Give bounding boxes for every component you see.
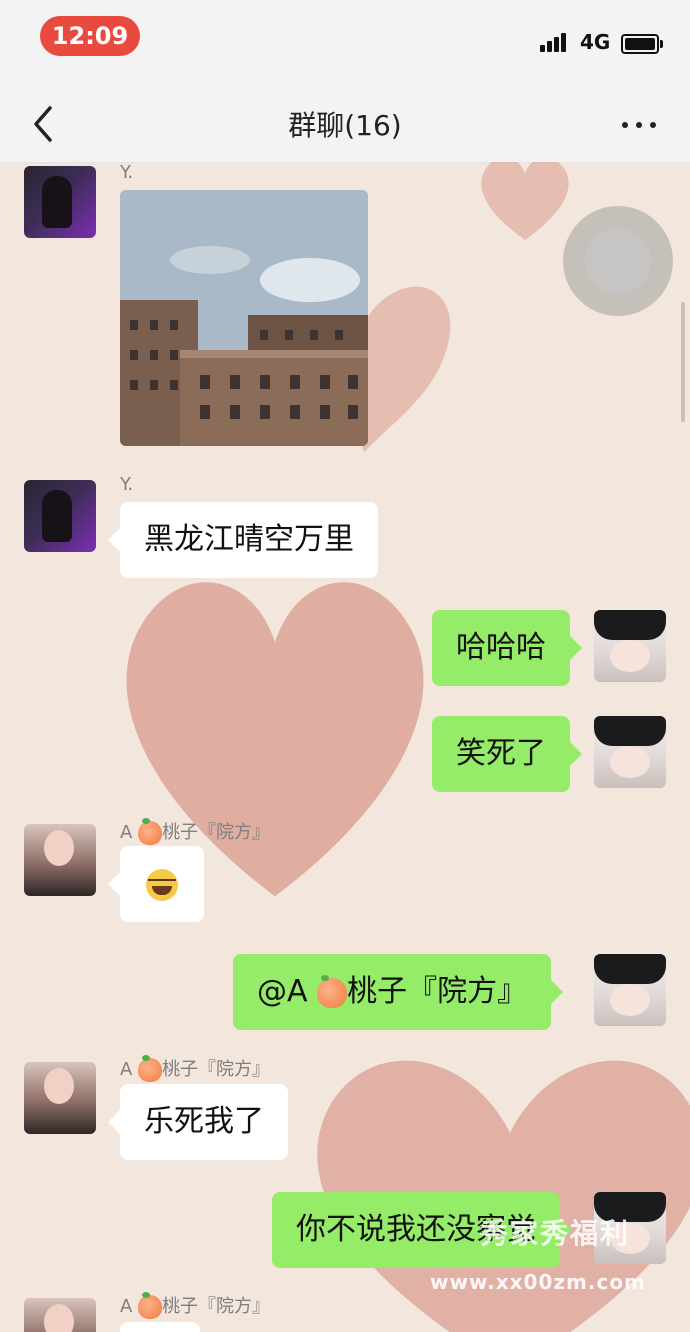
sender-name: A 桃子『院方』 (120, 818, 271, 845)
status-time: 12:09 (40, 16, 140, 56)
status-bar: 12:09 4G (0, 0, 690, 86)
avatar[interactable] (594, 716, 666, 788)
avatar[interactable] (24, 824, 96, 896)
avatar[interactable] (24, 166, 96, 238)
heart-decoration-icon (481, 162, 569, 240)
floating-window-button[interactable] (563, 206, 673, 316)
chat-title: 群聊(16) (288, 109, 402, 142)
avatar[interactable] (594, 610, 666, 682)
message-bubble[interactable] (120, 1322, 200, 1332)
laughing-tears-emoji-icon (146, 868, 178, 901)
sender-name: Y. (120, 162, 134, 183)
emoji-message[interactable] (108, 846, 204, 922)
message-bubble[interactable]: 哈哈哈 (432, 610, 582, 686)
message-bubble[interactable]: 乐死我了 (108, 1084, 288, 1160)
sender-name: Y. (120, 474, 134, 495)
message-bubble[interactable]: 黑龙江晴空万里 (108, 502, 378, 578)
nav-bar: 群聊(16) (0, 86, 690, 163)
battery-icon (621, 34, 663, 54)
sender-name: A 桃子『院方』 (120, 1292, 271, 1319)
signal-icon (540, 30, 572, 52)
peach-emoji-icon (138, 1055, 163, 1082)
peach-emoji-icon (138, 818, 163, 845)
avatar[interactable] (24, 480, 96, 552)
watermark-url: www.xx00zm.com (430, 1270, 646, 1294)
chat-area[interactable]: Y. Y. 黑龙江晴空万里 哈哈哈 笑死了 A 桃子『院方』 @A 桃子『院方』… (0, 162, 690, 1332)
more-icon[interactable] (622, 108, 656, 138)
peach-emoji-icon (138, 1292, 163, 1319)
avatar[interactable] (594, 954, 666, 1026)
message-bubble[interactable]: @A 桃子『院方』 (233, 954, 564, 1030)
watermark: 秀家秀福利 (480, 1217, 631, 1250)
message-bubble[interactable]: 笑死了 (432, 716, 582, 792)
image-message[interactable] (120, 190, 368, 446)
avatar[interactable] (24, 1062, 96, 1134)
avatar[interactable] (24, 1298, 96, 1332)
network-type: 4G (580, 30, 611, 54)
scrollbar[interactable] (681, 302, 685, 422)
peach-emoji-icon (317, 974, 348, 1008)
sender-name: A 桃子『院方』 (120, 1055, 271, 1082)
